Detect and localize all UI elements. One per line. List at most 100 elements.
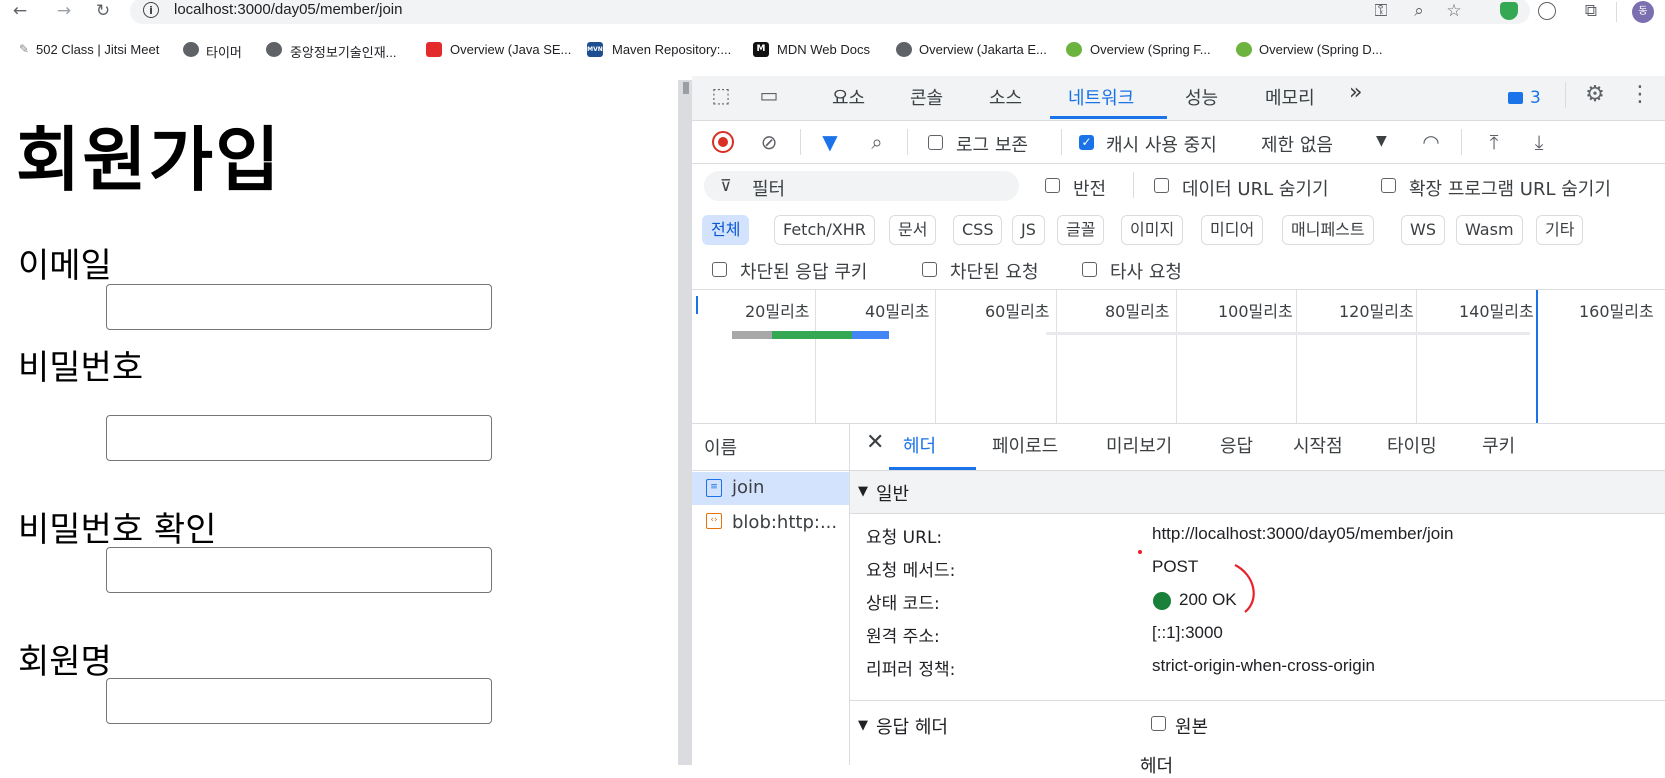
detail-tab-initiator[interactable]: 시작점 — [1293, 432, 1343, 458]
forward-icon[interactable]: → — [53, 0, 75, 22]
password-confirm-field[interactable] — [106, 547, 492, 593]
import-har-icon[interactable]: ⤒ — [1481, 129, 1507, 155]
clear-icon[interactable]: ⊘ — [756, 129, 782, 155]
bookmark-spring-d[interactable]: Overview (Spring D... — [1259, 42, 1383, 57]
password-key-icon[interactable]: ⚿ — [1370, 0, 1392, 22]
preserve-log-checkbox[interactable] — [928, 135, 943, 150]
type-filter-all[interactable]: 전체 — [702, 215, 750, 245]
header-column-label: 헤더 — [1140, 756, 1174, 777]
throttle-select[interactable]: 제한 없음 — [1261, 131, 1333, 157]
more-tabs-icon[interactable]: » — [1349, 80, 1362, 105]
preserve-log-label: 로그 보존 — [956, 135, 1028, 156]
bookmark-star-icon[interactable]: ☆ — [1443, 0, 1465, 22]
raw-headers-checkbox[interactable] — [1151, 716, 1166, 731]
search-icon[interactable]: ⌕ — [864, 129, 890, 155]
tab-performance[interactable]: 성능 — [1185, 84, 1218, 110]
invert-checkbox[interactable] — [1045, 178, 1060, 193]
detail-tab-payload[interactable]: 페이로드 — [992, 432, 1058, 458]
name-column-header[interactable]: 이름 — [704, 434, 737, 460]
back-icon[interactable]: ← — [9, 0, 31, 22]
type-filter-css[interactable]: CSS — [953, 215, 1003, 245]
extension-shield-icon[interactable] — [1500, 2, 1518, 20]
member-name-field[interactable] — [106, 678, 492, 724]
kebab-menu-icon[interactable]: ⋮ — [1627, 82, 1653, 108]
disable-cache-checkbox[interactable]: ✓ — [1079, 135, 1094, 150]
mdn-icon: M — [753, 42, 769, 57]
bookmark-java-se[interactable]: Overview (Java SE... — [450, 42, 571, 57]
third-party-checkbox[interactable] — [1082, 262, 1097, 277]
remote-address-value: [::1]:3000 — [1152, 623, 1223, 642]
detail-tab-response[interactable]: 응답 — [1220, 432, 1253, 458]
record-icon[interactable] — [712, 131, 734, 153]
device-toolbar-icon[interactable]: ▭ — [756, 82, 782, 108]
hide-data-urls-checkbox[interactable] — [1154, 178, 1169, 193]
response-headers-title[interactable]: 응답 헤더 — [876, 713, 948, 739]
reload-icon[interactable]: ↻ — [92, 0, 114, 22]
timeline-tick: 40밀리초 — [865, 302, 930, 321]
detail-tab-preview[interactable]: 미리보기 — [1106, 432, 1172, 458]
general-section-header[interactable] — [850, 471, 1665, 514]
scrollbar-thumb[interactable] — [683, 82, 689, 94]
status-code-label: 상태 코드: — [866, 594, 940, 614]
type-filter-font[interactable]: 글꼴 — [1057, 215, 1105, 245]
blocked-cookies-label: 차단된 응답 쿠키 — [740, 262, 868, 283]
blocked-requests-checkbox[interactable] — [922, 262, 937, 277]
type-filter-js[interactable]: JS — [1012, 215, 1045, 245]
close-icon[interactable]: ✕ — [866, 430, 884, 455]
detail-tab-cookies[interactable]: 쿠키 — [1482, 432, 1515, 458]
request-name-blob[interactable]: blob:http:... — [732, 512, 837, 533]
blocked-cookies-checkbox[interactable] — [712, 262, 727, 277]
spring-icon — [1066, 42, 1082, 57]
hide-extension-urls-label: 확장 프로그램 URL 숨기기 — [1409, 179, 1611, 200]
messages-count[interactable]: 3 — [1530, 88, 1541, 108]
collapse-triangle-icon: ▼ — [858, 718, 868, 733]
type-filter-ws[interactable]: WS — [1401, 215, 1445, 245]
url-text[interactable]: localhost:3000/day05/member/join — [174, 1, 402, 18]
hide-extension-urls-checkbox[interactable] — [1381, 178, 1396, 193]
bookmark-maven[interactable]: Maven Repository:... — [612, 42, 731, 57]
tab-sources[interactable]: 소스 — [989, 84, 1022, 110]
globe-icon — [183, 42, 199, 57]
type-filter-img[interactable]: 이미지 — [1121, 215, 1184, 245]
request-url-value: http://localhost:3000/day05/member/join — [1152, 524, 1454, 543]
extension-circle-icon[interactable] — [1538, 2, 1556, 20]
password-field[interactable] — [106, 415, 492, 461]
bookmark-timer[interactable]: 타이머 — [206, 42, 242, 61]
export-har-icon[interactable]: ⤓ — [1526, 129, 1552, 155]
detail-tab-headers[interactable]: 헤더 — [903, 432, 936, 458]
detail-tab-timing[interactable]: 타이밍 — [1387, 432, 1437, 458]
bookmark-jakarta[interactable]: Overview (Jakarta E... — [919, 42, 1047, 57]
messages-icon[interactable] — [1508, 92, 1523, 104]
type-filter-media[interactable]: 미디어 — [1201, 215, 1264, 245]
bookmark-jitsi[interactable]: 502 Class | Jitsi Meet — [36, 42, 159, 57]
tab-console[interactable]: 콘솔 — [910, 84, 943, 110]
network-conditions-icon[interactable]: ◠ — [1418, 129, 1444, 155]
tab-elements[interactable]: 요소 — [832, 84, 865, 110]
filter-funnel-icon[interactable]: ▼ — [817, 129, 843, 155]
type-filter-fetch-xhr[interactable]: Fetch/XHR — [774, 215, 875, 245]
request-name-join[interactable]: join — [732, 477, 764, 498]
bookmark-spring-f[interactable]: Overview (Spring F... — [1090, 42, 1211, 57]
profile-avatar[interactable]: 동 — [1632, 1, 1654, 23]
tab-memory[interactable]: 메모리 — [1265, 84, 1315, 110]
type-filter-wasm[interactable]: Wasm — [1456, 215, 1523, 245]
site-info-icon[interactable]: i — [143, 2, 159, 18]
bookmark-mdn[interactable]: MDN Web Docs — [777, 42, 870, 57]
collapse-triangle-icon: ▼ — [858, 484, 868, 499]
jitsi-icon: ✎ — [18, 42, 30, 56]
tab-network[interactable]: 네트워크 — [1068, 84, 1134, 110]
chevron-down-icon[interactable]: ▼ — [1376, 133, 1387, 149]
type-filter-other[interactable]: 기타 — [1536, 215, 1584, 245]
email-field[interactable] — [106, 284, 492, 330]
bookmark-jungang[interactable]: 중앙정보기술인재... — [290, 42, 397, 61]
divider — [692, 163, 1665, 164]
grid-line — [935, 290, 936, 423]
type-filter-doc[interactable]: 문서 — [889, 215, 937, 245]
inspect-element-icon[interactable]: ⬚ — [708, 82, 734, 108]
email-label: 이메일 — [18, 246, 112, 286]
extensions-puzzle-icon[interactable]: ⧉ — [1580, 0, 1602, 22]
devtools-splitter[interactable] — [678, 80, 692, 765]
settings-gear-icon[interactable]: ⚙ — [1582, 82, 1608, 108]
zoom-icon[interactable]: ⌕ — [1408, 0, 1430, 22]
type-filter-manifest[interactable]: 매니페스트 — [1282, 215, 1374, 245]
